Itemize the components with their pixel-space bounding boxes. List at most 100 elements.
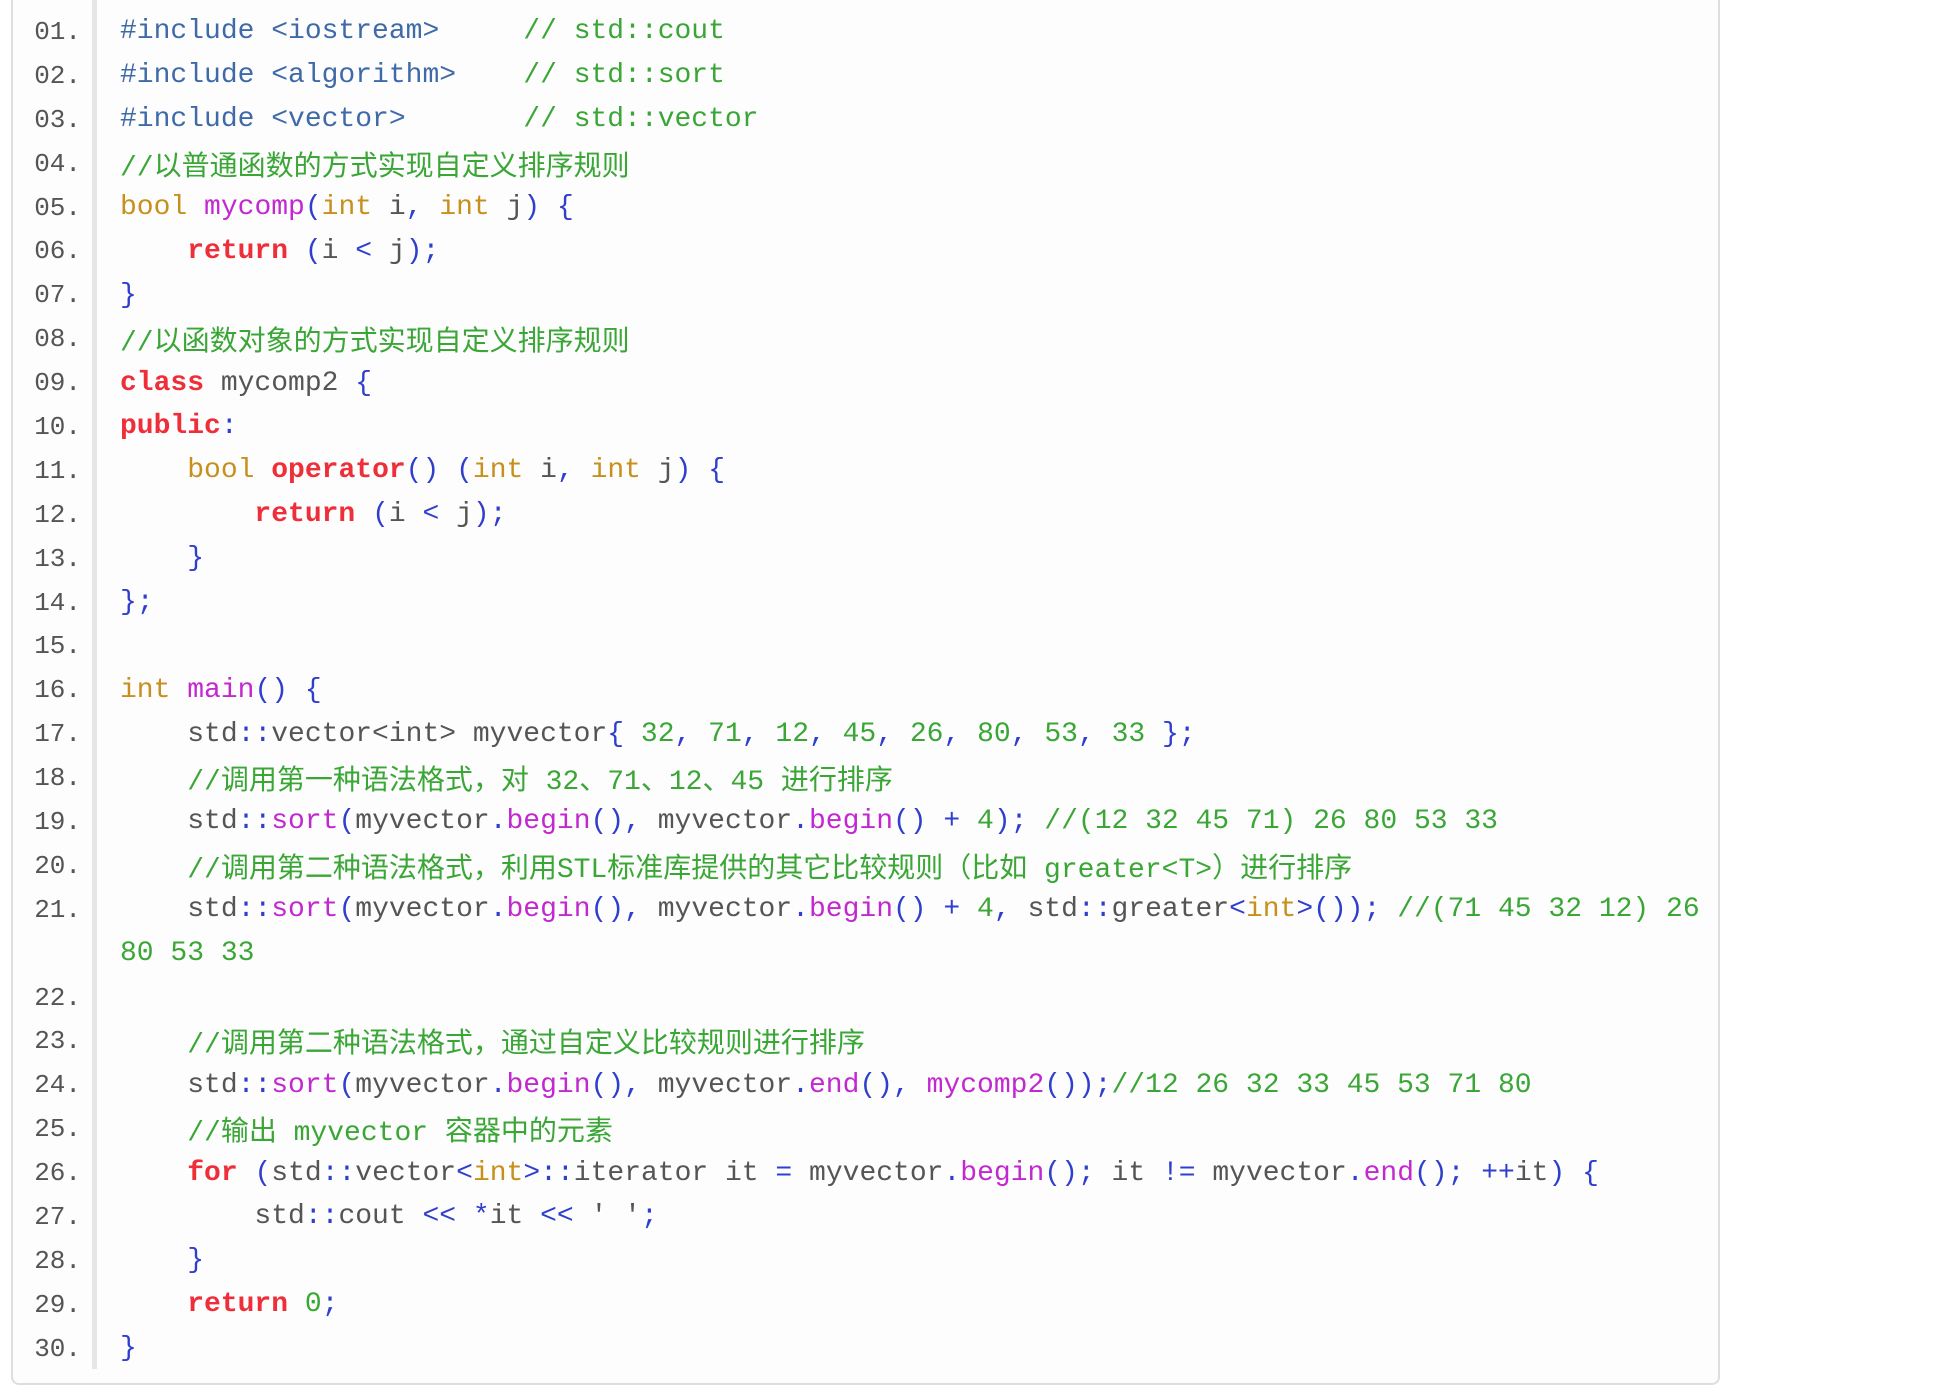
type-token: int — [1245, 894, 1297, 926]
code-text: //以函数对象的方式实现自定义排序规则 — [95, 319, 630, 359]
punctuation-token: { — [1582, 1157, 1599, 1189]
code-line: 02. #include <algorithm> // std::sort — [13, 54, 1718, 98]
number-token: 33 — [1111, 718, 1146, 750]
code-line: 11. bool operator() (int i, int j) { — [13, 449, 1718, 493]
identifier-token — [120, 1245, 187, 1276]
punctuation-token: }; — [120, 587, 154, 619]
identifier-token — [439, 16, 523, 47]
line-number: 01. — [34, 16, 81, 47]
punctuation-token: * — [472, 1201, 490, 1233]
punctuation-token: { — [304, 674, 322, 706]
code-text: }; — [95, 587, 154, 618]
comment-token: //输出 myvector 容器中的元素 — [187, 1118, 613, 1150]
punctuation-token: ; — [640, 1201, 658, 1233]
function-token: begin — [808, 806, 893, 838]
punctuation-token: }; — [1161, 718, 1196, 750]
code-line: 20. //调用第二种语法格式，利用STL标准库提供的其它比较规则（比如 gre… — [13, 844, 1718, 888]
punctuation-token: (), — [859, 1069, 910, 1101]
punctuation-token: ( — [338, 1069, 356, 1101]
punctuation-token: ( — [338, 806, 356, 838]
punctuation-token: :: — [1077, 894, 1112, 926]
line-number: 23. — [34, 1026, 81, 1057]
identifier-token — [120, 1030, 187, 1061]
identifier-token — [187, 192, 204, 223]
punctuation-token: . — [792, 894, 809, 926]
punctuation-token: ) — [523, 192, 541, 223]
keyword-token: operator — [271, 455, 406, 487]
code-line: 18. //调用第一种语法格式，对 32、71、12、45 进行排序 — [13, 756, 1718, 800]
preprocessor-token: #include <vector> — [120, 104, 406, 136]
type-token: int — [590, 455, 641, 487]
line-number: 26. — [34, 1158, 81, 1189]
punctuation-token: ( — [254, 1157, 272, 1189]
identifier-token: std — [120, 894, 238, 926]
type-token: bool — [120, 192, 188, 223]
line-number: 13. — [34, 543, 81, 574]
punctuation-token: () — [893, 806, 927, 838]
code-line: 29. return 0; — [13, 1283, 1718, 1327]
code-text: std::sort(myvector.begin(), myvector.end… — [95, 1069, 1532, 1101]
punctuation-token: . — [489, 806, 507, 838]
identifier-token: cout — [338, 1201, 423, 1233]
code-text: bool mycomp(int i, int j) { — [95, 192, 574, 223]
comment-token: //(71 45 32 12) 26 — [1397, 894, 1700, 926]
punctuation-token: , — [809, 718, 826, 750]
code-text: return 0; — [95, 1289, 338, 1320]
comment-token: //12 26 32 33 45 53 71 80 — [1111, 1069, 1532, 1101]
identifier-token — [927, 806, 944, 837]
identifier-token: ' ' — [573, 1201, 641, 1233]
line-number: 03. — [34, 104, 81, 135]
code-text: #include <vector> // std::vector — [95, 104, 759, 135]
identifier-token: j — [489, 192, 524, 223]
line-number: 04. — [34, 148, 81, 179]
punctuation-token: ); — [405, 235, 440, 267]
code-line: 17. std::vector<int> myvector{ 32, 71, 1… — [13, 712, 1718, 756]
function-token: begin — [506, 894, 591, 926]
code-line: 05. bool mycomp(int i, int j) { — [13, 186, 1718, 230]
identifier-token — [910, 1070, 927, 1101]
identifier-token — [355, 499, 372, 530]
punctuation-token: ++ — [1481, 1157, 1515, 1189]
code-text: } — [95, 1245, 204, 1276]
identifier-token: myvector — [355, 894, 490, 926]
function-token: begin — [506, 806, 591, 838]
identifier-token: i — [372, 192, 406, 223]
punctuation-token: , — [405, 192, 423, 223]
identifier-token — [439, 455, 456, 486]
punctuation-token: , — [943, 718, 961, 750]
code-text: } — [95, 280, 137, 311]
identifier-token — [1095, 719, 1112, 750]
number-token: 53 — [1044, 718, 1078, 750]
code-text: std::sort(myvector.begin(), myvector.beg… — [95, 894, 1700, 926]
line-number: 19. — [34, 806, 81, 837]
function-token: begin — [808, 894, 893, 926]
keyword-token: return — [187, 1289, 289, 1321]
identifier-token — [423, 192, 440, 223]
type-token: int — [472, 455, 524, 487]
identifier-token — [691, 719, 708, 750]
identifier-token: it — [1094, 1157, 1162, 1189]
keyword-token: public — [120, 411, 221, 443]
function-token: end — [1363, 1157, 1415, 1189]
code-text: //调用第二种语法格式，通过自定义比较规则进行排序 — [95, 1021, 865, 1061]
code-text: std::vector<int> myvector{ 32, 71, 12, 4… — [95, 718, 1196, 750]
identifier-token — [1565, 1158, 1582, 1189]
function-token: mycomp — [204, 192, 305, 223]
punctuation-token: :: — [237, 806, 272, 838]
code-text: return (i < j); — [95, 236, 439, 267]
code-lines: 01. #include <iostream> // std::cout02. #i… — [13, 10, 1718, 1371]
line-number: 06. — [34, 236, 81, 267]
identifier-token — [170, 675, 187, 706]
identifier-token — [120, 1118, 187, 1149]
code-text: #include <iostream> // std::cout — [95, 16, 725, 47]
keyword-token: class — [120, 367, 205, 399]
punctuation-token: , — [741, 718, 759, 750]
identifier-token — [120, 236, 187, 267]
punctuation-token: ) — [674, 455, 692, 487]
identifier-token — [1464, 1158, 1481, 1189]
line-number: 20. — [34, 850, 81, 881]
comment-token: //以普通函数的方式实现自定义排序规则 — [120, 152, 630, 184]
number-token: 32 — [640, 718, 675, 750]
punctuation-token: () — [893, 894, 927, 926]
line-number: 17. — [34, 719, 81, 750]
